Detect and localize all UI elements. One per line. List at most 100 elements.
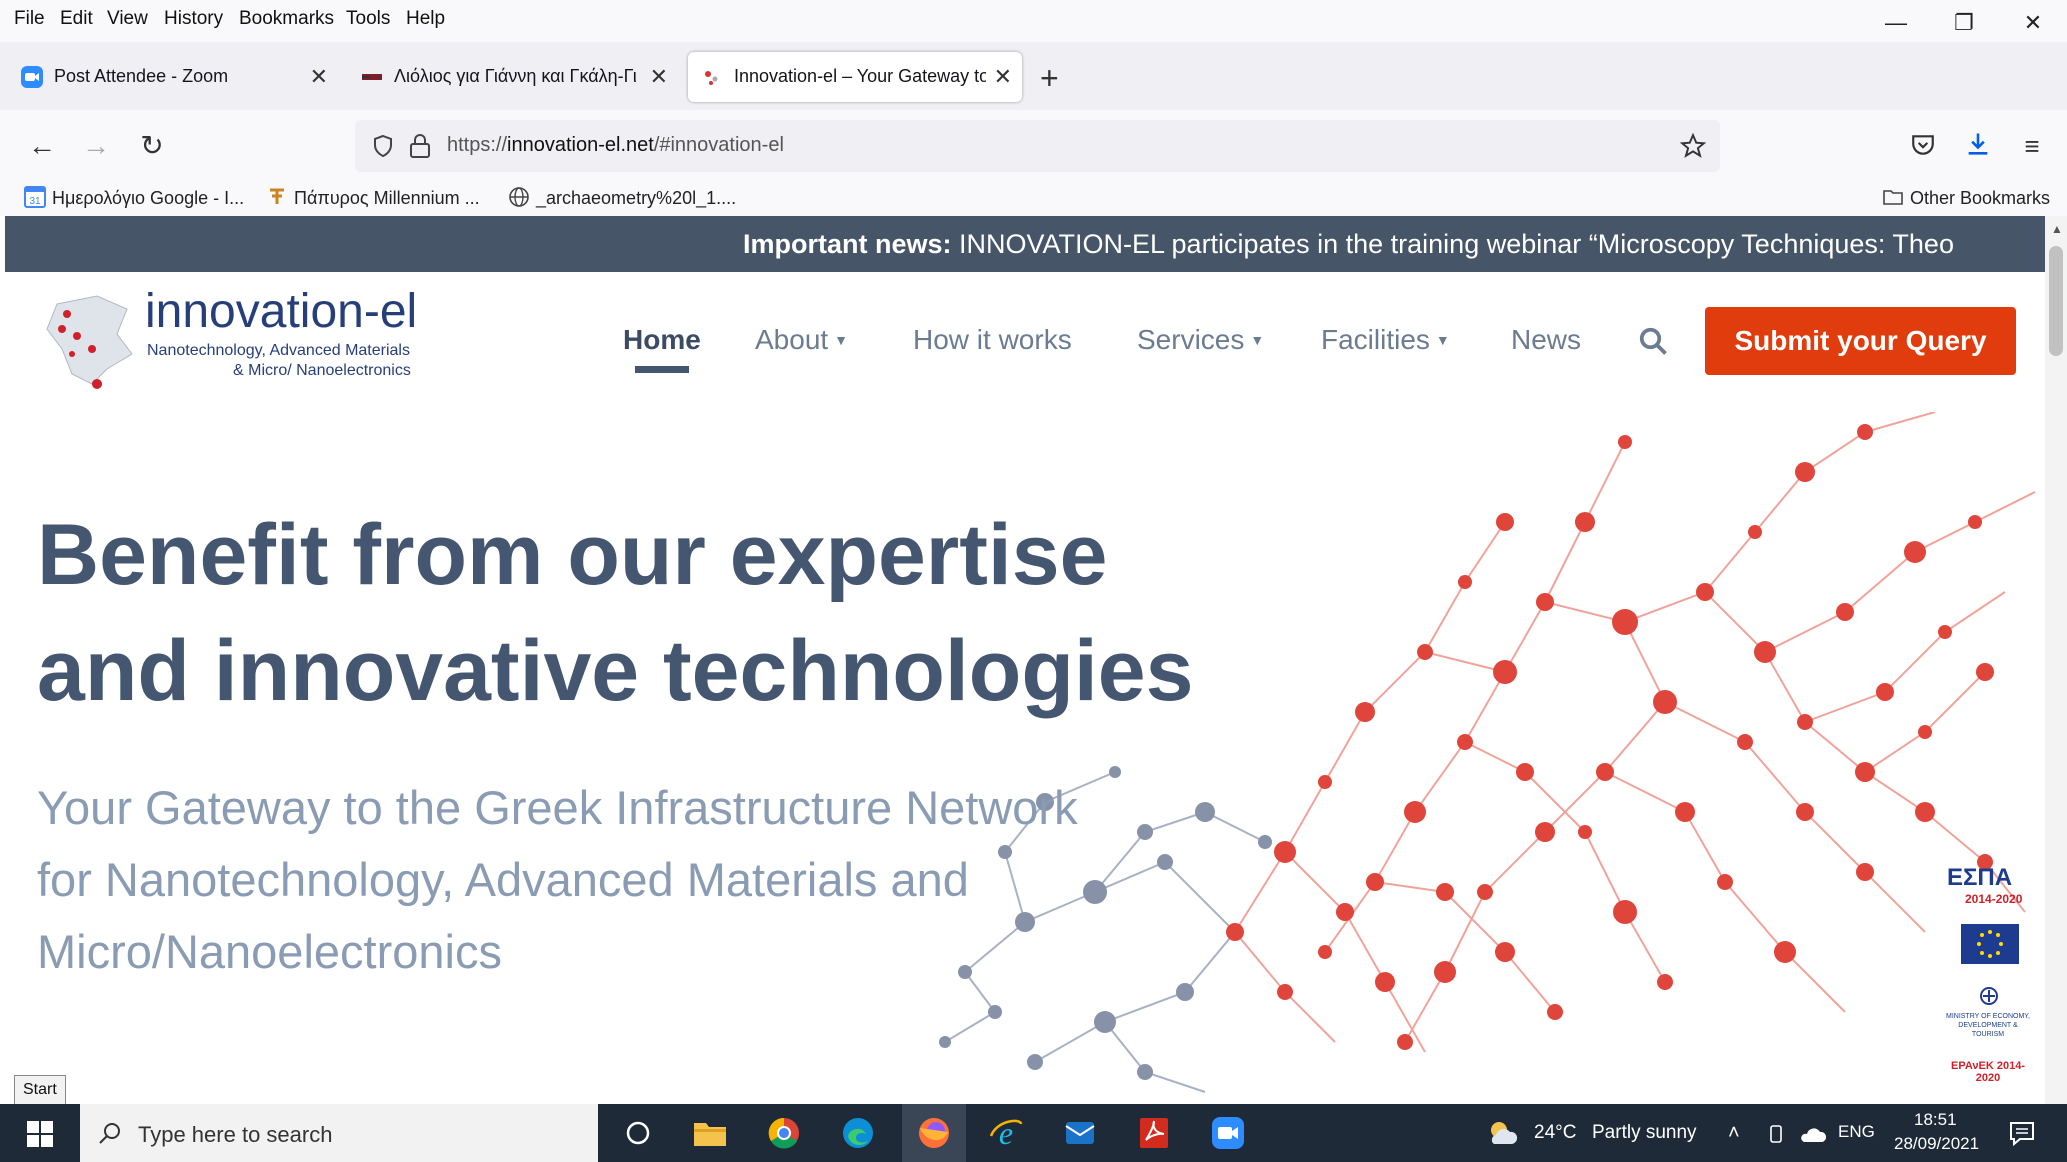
lock-icon[interactable] — [409, 133, 431, 159]
close-tab-icon[interactable]: ✕ — [650, 64, 668, 90]
close-window-icon[interactable]: ✕ — [2003, 6, 2063, 40]
navigation-bar: ← → ↻ https://innovation-el.net/#innovat… — [0, 110, 2067, 182]
tab-liolios[interactable]: Λιόλιος για Γιάννη και Γκάλη-Γι ✕ — [348, 52, 678, 102]
menu-tools[interactable]: Tools — [346, 8, 390, 30]
bookmark-archaeometry[interactable]: _archaeometry%20l_1.... — [508, 186, 736, 209]
restore-icon[interactable]: ❐ — [1934, 6, 1994, 40]
logo-tagline-1: Nanotechnology, Advanced Materials — [147, 342, 410, 359]
taskbar-search-box[interactable]: Type here to search — [80, 1104, 598, 1162]
logo-name: innovation-el — [145, 285, 418, 338]
tab-label: Λιόλιος για Γιάννη και Γκάλη-Γι — [394, 66, 637, 86]
nav-about[interactable]: About ▼ — [755, 324, 848, 356]
papyros-icon — [270, 188, 284, 204]
caret-down-icon: ▼ — [834, 332, 849, 348]
task-view-icon[interactable] — [618, 1114, 658, 1152]
url-bar[interactable]: https://innovation-el.net/#innovation-el — [355, 120, 1720, 172]
language-indicator[interactable]: ENG — [1838, 1122, 1875, 1142]
taskbar: Type here to search e 24°C Partly sunny … — [0, 1104, 2067, 1162]
internet-explorer-icon[interactable]: e — [986, 1114, 1026, 1152]
greek-emblem-icon — [1980, 987, 1998, 1005]
nav-home[interactable]: Home — [623, 324, 701, 356]
search-icon[interactable] — [1638, 326, 1668, 356]
windows-start-icon[interactable] — [26, 1120, 54, 1148]
menu-edit[interactable]: Edit — [60, 8, 93, 30]
file-explorer-icon[interactable] — [690, 1114, 730, 1152]
zoom-icon — [21, 66, 43, 88]
innovation-el-favicon — [705, 71, 718, 85]
espa-logo: ΕΣΠΑ — [1947, 864, 2013, 891]
clock-time[interactable]: 18:51 — [1914, 1110, 1957, 1130]
site-logo[interactable]: innovation-el Nanotechnology, Advanced M… — [37, 284, 457, 394]
downloads-icon[interactable] — [1964, 130, 1992, 158]
new-tab-icon[interactable]: + — [1040, 60, 1059, 97]
nav-news[interactable]: News — [1511, 324, 1581, 356]
tab-zoom[interactable]: Post Attendee - Zoom ✕ — [8, 52, 338, 102]
hamburger-menu-icon[interactable]: ≡ — [2012, 126, 2052, 166]
close-tab-icon[interactable]: ✕ — [310, 64, 328, 90]
hero-heading: Benefit from our expertise and innovativ… — [37, 507, 1194, 719]
weather-text: Partly sunny — [1592, 1122, 1697, 1143]
scroll-up-icon[interactable]: ▲ — [2051, 222, 2063, 236]
pocket-icon[interactable] — [1910, 132, 1936, 158]
firefox-icon[interactable] — [914, 1114, 954, 1152]
temperature: 24°C — [1534, 1122, 1577, 1143]
submit-query-button[interactable]: Submit your Query — [1705, 307, 2016, 375]
other-bookmarks[interactable]: Other Bookmarks — [1882, 186, 2050, 209]
ministry-logo: MINISTRY OF ECONOMY, DEVELOPMENT & TOURI… — [1945, 1013, 2030, 1038]
news-ticker[interactable]: Important news: INNOVATION-EL participat… — [5, 216, 2045, 272]
news-text: INNOVATION-EL participates in the traini… — [951, 229, 1954, 259]
menu-view[interactable]: View — [107, 8, 148, 30]
bookmark-google-calendar[interactable]: 31 Ημερολόγιο Google - I... — [24, 186, 244, 209]
forward-icon[interactable]: → — [76, 126, 116, 166]
nav-services[interactable]: Services ▼ — [1137, 324, 1264, 356]
start-tooltip: Start — [14, 1075, 66, 1105]
partly-sunny-weather-icon[interactable] — [1486, 1118, 1520, 1148]
nav-how-it-works[interactable]: How it works — [913, 324, 1072, 356]
clock-date[interactable]: 28/09/2021 — [1894, 1134, 1979, 1154]
menu-help[interactable]: Help — [406, 8, 445, 30]
tab-innovation-el[interactable]: Innovation-el – Your Gateway to ✕ — [688, 52, 1022, 102]
acrobat-icon[interactable] — [1134, 1114, 1174, 1152]
notifications-icon[interactable] — [2008, 1120, 2036, 1148]
taskbar-search-placeholder: Type here to search — [138, 1122, 333, 1147]
onedrive-cloud-icon[interactable] — [1798, 1126, 1826, 1144]
google-calendar-icon: 31 — [24, 186, 46, 208]
menu-file[interactable]: File — [14, 8, 45, 30]
bookmarks-bar: 31 Ημερολόγιο Google - I... Πάπυρος Mille… — [0, 182, 2067, 216]
scrollbar-thumb[interactable] — [2049, 246, 2063, 356]
mail-icon[interactable] — [1060, 1114, 1100, 1152]
hero-subheading: Your Gateway to the Greek Infrastructure… — [37, 781, 1078, 978]
logo-tagline-2: & Micro/ Nanoelectronics — [233, 362, 411, 379]
menu-bar: File Edit View History Bookmarks Tools H… — [0, 0, 2067, 42]
menu-bookmarks[interactable]: Bookmarks — [239, 8, 334, 30]
svg-text:31: 31 — [29, 196, 41, 207]
caret-down-icon: ▼ — [1250, 332, 1265, 348]
tab-bar: Post Attendee - Zoom ✕ Λιόλιος για Γιάνν… — [0, 42, 2067, 110]
espa-years: 2014-2020 — [1965, 892, 2023, 906]
reload-icon[interactable]: ↻ — [132, 126, 172, 166]
sponsor-logos[interactable]: ΕΣΠΑ 2014-2020 MINISTRY OF ECONOMY, DEVE… — [1943, 864, 2033, 1104]
bookmark-papyros[interactable]: Πάπυρος Millennium ... — [266, 186, 480, 209]
page-scrollbar[interactable]: ▲ — [2045, 216, 2067, 1104]
nav-facilities[interactable]: Facilities ▼ — [1321, 324, 1450, 356]
url-text[interactable]: https://innovation-el.net/#innovation-el — [447, 134, 784, 157]
device-icon[interactable] — [1766, 1124, 1786, 1144]
page-content: innovation-el Nanotechnology, Advanced M… — [5, 272, 2045, 1104]
chrome-icon[interactable] — [764, 1114, 804, 1152]
chevron-up-icon[interactable]: ˄ — [1728, 1122, 1740, 1145]
folder-icon — [1883, 190, 1903, 205]
edge-icon[interactable] — [838, 1114, 878, 1152]
nav-home-underline — [635, 366, 689, 373]
back-icon[interactable]: ← — [22, 126, 62, 166]
shield-icon[interactable] — [371, 134, 395, 158]
bookmark-star-icon[interactable] — [1680, 133, 1706, 159]
search-icon — [99, 1123, 120, 1144]
tab-label: Innovation-el – Your Gateway to — [734, 66, 986, 86]
minimize-icon[interactable]: — — [1866, 6, 1926, 40]
zoom-icon[interactable] — [1208, 1114, 1248, 1152]
caret-down-icon: ▼ — [1435, 332, 1450, 348]
tab-site-icon — [362, 74, 382, 80]
close-tab-icon[interactable]: ✕ — [994, 64, 1012, 90]
tab-label: Post Attendee - Zoom — [54, 66, 229, 86]
menu-history[interactable]: History — [164, 8, 223, 30]
